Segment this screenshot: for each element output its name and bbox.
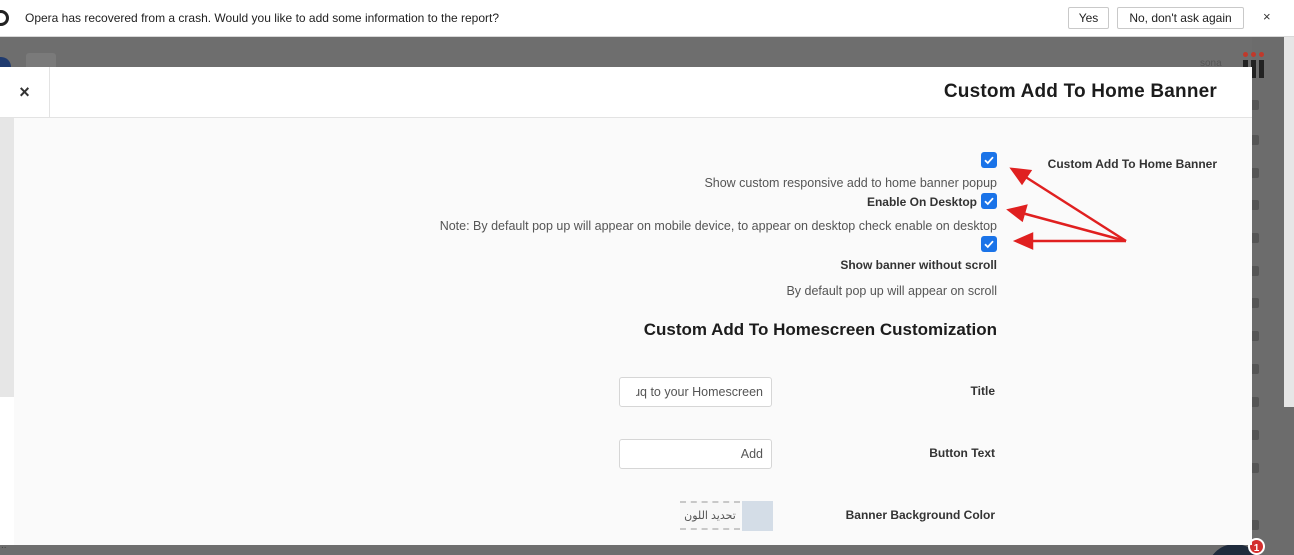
color-picker-text[interactable]: تحديد اللون <box>680 501 740 530</box>
custom-banner-help: Show custom responsive add to home banne… <box>704 176 997 190</box>
modal-close-button[interactable]: × <box>0 67 50 118</box>
dont-ask-again-button[interactable]: No, don't ask again <box>1117 7 1244 29</box>
bg-color-picker[interactable]: تحديد اللون <box>680 500 773 531</box>
button-text-input[interactable]: Add <box>619 439 772 469</box>
modal-scroll-strip <box>0 118 14 397</box>
color-swatch[interactable] <box>742 501 773 531</box>
show-without-scroll-label: Show banner without scroll <box>840 258 997 272</box>
bg-color-label: Banner Background Color <box>845 508 995 522</box>
customization-section-title: Custom Add To Homescreen Customization <box>643 320 997 339</box>
screen: Opera has recovered from a crash. Would … <box>0 0 1294 555</box>
show-without-scroll-help: By default pop up will appear on scroll <box>786 284 997 298</box>
show-without-scroll-checkbox[interactable] <box>981 236 997 252</box>
enable-desktop-help: Note: By default pop up will appear on m… <box>439 219 997 233</box>
crash-message: Opera has recovered from a crash. Would … <box>25 11 500 25</box>
title-field-label: Title <box>970 384 995 398</box>
custom-banner-checkbox[interactable] <box>981 152 997 168</box>
custom-banner-label: Custom Add To Home Banner <box>1047 157 1217 171</box>
crash-notification-bar: Opera has recovered from a crash. Would … <box>0 0 1294 37</box>
yes-button[interactable]: Yes <box>1068 7 1109 29</box>
opera-icon <box>0 10 9 26</box>
enable-desktop-checkbox[interactable] <box>981 193 997 209</box>
title-input[interactable]: ɹq to your Homescreen <box>619 377 772 407</box>
button-text-label: Button Text <box>929 446 995 460</box>
settings-modal: × Custom Add To Home Banner <box>0 67 1252 545</box>
background-scrollbar[interactable] <box>1284 37 1294 407</box>
enable-desktop-label: Enable On Desktop <box>866 195 977 209</box>
modal-header: × Custom Add To Home Banner <box>0 67 1252 118</box>
modal-title: Custom Add To Home Banner <box>943 81 1217 102</box>
modal-body <box>14 118 1252 545</box>
close-notification-icon[interactable]: × <box>1263 9 1271 24</box>
